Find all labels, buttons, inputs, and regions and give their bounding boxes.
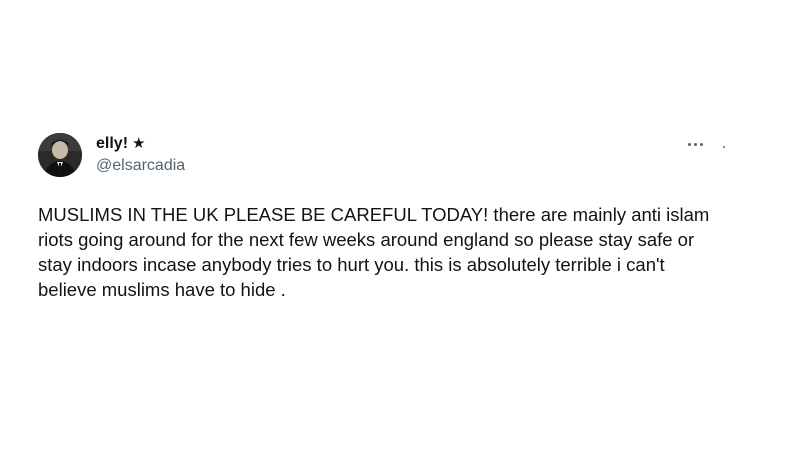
name-row: elly! ★ <box>96 134 185 154</box>
star-icon: ★ <box>132 135 146 152</box>
more-dot <box>687 142 691 146</box>
edge-mark <box>723 146 725 148</box>
more-dot <box>699 142 703 146</box>
user-handle[interactable]: @elsarcadia <box>96 156 185 176</box>
avatar[interactable] <box>38 133 82 177</box>
more-dot <box>693 142 697 146</box>
avatar-image <box>38 133 82 177</box>
display-name[interactable]: elly! <box>96 134 128 154</box>
more-options-icon[interactable] <box>678 132 712 156</box>
tweet-header: elly! ★ @elsarcadia <box>96 134 185 176</box>
tweet-text: MUSLIMS IN THE UK PLEASE BE CAREFUL TODA… <box>38 204 710 300</box>
tweet-card[interactable]: elly! ★ @elsarcadia MUSLIMS IN THE UK PL… <box>26 118 726 318</box>
